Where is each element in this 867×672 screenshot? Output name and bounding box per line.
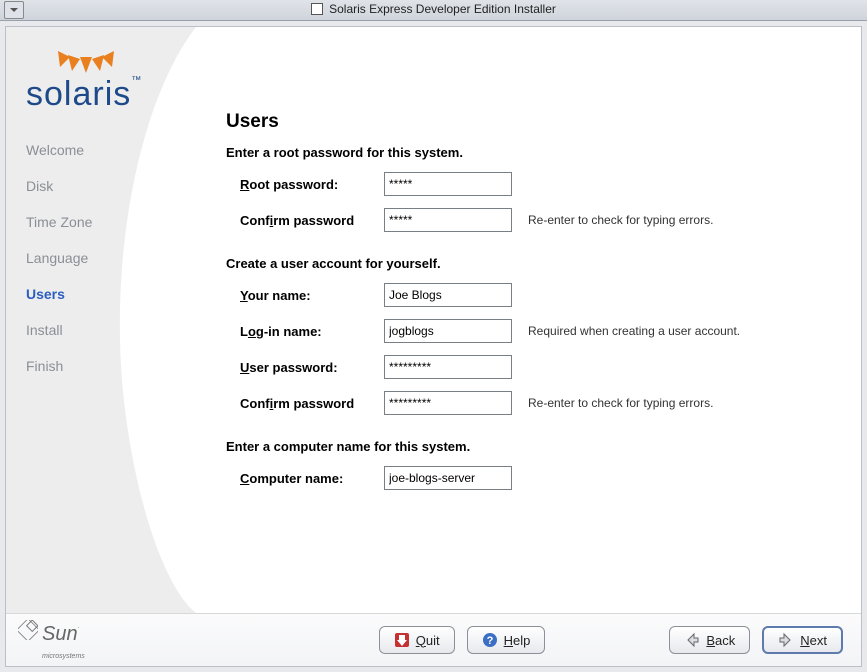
main-panel: Users Enter a root password for this sys… bbox=[196, 27, 861, 613]
your-name-input[interactable] bbox=[384, 283, 512, 307]
page-title: Users bbox=[226, 111, 831, 133]
sun-diamond-icon bbox=[18, 620, 38, 640]
login-name-label: Log-in name: bbox=[240, 324, 370, 339]
login-name-hint: Required when creating a user account. bbox=[528, 324, 831, 338]
sidebar-item-finish[interactable]: Finish bbox=[26, 348, 196, 384]
wizard-steps: Welcome Disk Time Zone Language Users In… bbox=[26, 132, 196, 384]
window-menu-button[interactable] bbox=[4, 1, 24, 19]
help-icon: ? bbox=[482, 632, 498, 648]
title-bar: Solaris Express Developer Edition Instal… bbox=[0, 0, 867, 21]
section-computer-name: Enter a computer name for this system. bbox=[226, 439, 831, 454]
sun-rays-icon bbox=[26, 39, 146, 75]
help-button[interactable]: ? Help bbox=[467, 626, 546, 654]
section-root-password: Enter a root password for this system. bbox=[226, 145, 831, 160]
login-name-input[interactable] bbox=[384, 319, 512, 343]
sun-logo: Sun. microsystems bbox=[18, 620, 85, 661]
svg-text:?: ? bbox=[486, 635, 493, 647]
computer-name-input[interactable] bbox=[384, 466, 512, 490]
sidebar: solaris™ Welcome Disk Time Zone Language… bbox=[6, 27, 196, 613]
sidebar-item-users[interactable]: Users bbox=[26, 276, 196, 312]
footer-bar: Sun. microsystems Quit ? bbox=[6, 613, 861, 666]
confirm-root-password-input[interactable] bbox=[384, 208, 512, 232]
arrow-left-icon bbox=[684, 632, 700, 648]
quit-icon bbox=[394, 632, 410, 648]
section-user-account: Create a user account for yourself. bbox=[226, 256, 831, 271]
back-button[interactable]: Back bbox=[669, 626, 750, 654]
installer-window: Solaris Express Developer Edition Instal… bbox=[0, 0, 867, 672]
confirm-user-password-input[interactable] bbox=[384, 391, 512, 415]
computer-name-label: Computer name: bbox=[240, 471, 370, 486]
root-password-label: Root password: bbox=[240, 177, 370, 192]
confirm-root-hint: Re-enter to check for typing errors. bbox=[528, 213, 831, 227]
sidebar-item-disk[interactable]: Disk bbox=[26, 168, 196, 204]
user-password-label: User password: bbox=[240, 360, 370, 375]
sidebar-item-install[interactable]: Install bbox=[26, 312, 196, 348]
confirm-user-hint: Re-enter to check for typing errors. bbox=[528, 396, 831, 410]
chevron-down-icon bbox=[9, 5, 19, 15]
brand-name: solaris™ bbox=[26, 75, 142, 114]
your-name-label: Your name: bbox=[240, 288, 370, 303]
next-button[interactable]: Next bbox=[762, 626, 843, 654]
sidebar-item-timezone[interactable]: Time Zone bbox=[26, 204, 196, 240]
confirm-root-password-label: Confirm password bbox=[240, 213, 370, 228]
sidebar-item-language[interactable]: Language bbox=[26, 240, 196, 276]
quit-button[interactable]: Quit bbox=[379, 626, 455, 654]
window-title: Solaris Express Developer Edition Instal… bbox=[329, 2, 556, 16]
sidebar-item-welcome[interactable]: Welcome bbox=[26, 132, 196, 168]
window-icon bbox=[311, 3, 323, 15]
user-password-input[interactable] bbox=[384, 355, 512, 379]
arrow-right-icon bbox=[778, 632, 794, 648]
solaris-logo: solaris™ bbox=[26, 39, 196, 114]
confirm-user-password-label: Confirm password bbox=[240, 396, 370, 411]
root-password-input[interactable] bbox=[384, 172, 512, 196]
